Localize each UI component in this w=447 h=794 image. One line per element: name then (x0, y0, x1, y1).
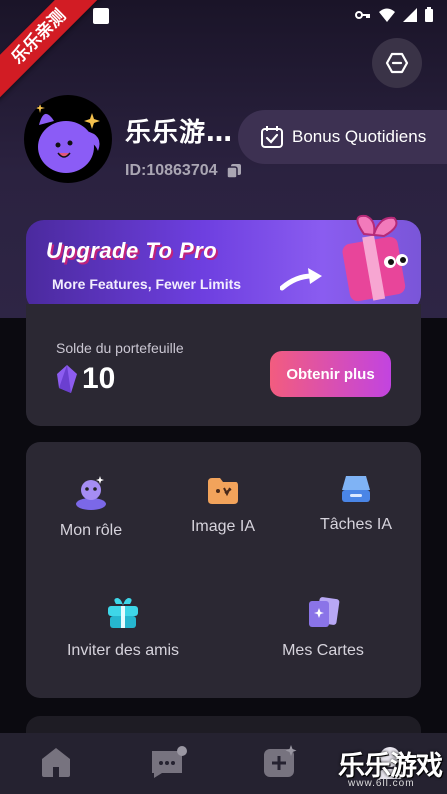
gem-icon (57, 365, 77, 393)
menu-item-tasks-ai[interactable]: Tâches IA (286, 474, 426, 534)
chat-icon (152, 746, 187, 778)
menu-item-label: Inviter des amis (66, 642, 180, 659)
create-icon (264, 745, 297, 777)
wallet-card: Solde du portefeuille 10 Obtenir plus (26, 304, 421, 426)
watermark-url: www.6ll.com (348, 778, 415, 789)
notification-icon (93, 8, 109, 24)
menu-item-role[interactable]: Mon rôle (21, 474, 161, 540)
feature-menu: Mon rôle Image IA Tâches IA Inviter des … (26, 442, 421, 698)
menu-item-label: Mon rôle (59, 522, 123, 539)
gift-icon (108, 598, 138, 628)
watermark-logo: 乐乐游戏 www.6ll.com (338, 744, 447, 794)
user-id: ID:10863704 (125, 162, 218, 179)
avatar-character-icon (35, 103, 100, 173)
signal-icon (403, 7, 417, 22)
calendar-check-icon (261, 126, 283, 148)
menu-item-label: Mes Cartes (282, 642, 364, 659)
key-icon (355, 10, 370, 19)
nav-chat[interactable] (148, 745, 190, 784)
menu-item-label: Tâches IA (319, 516, 393, 533)
copy-icon[interactable] (225, 163, 242, 179)
arrow-right-icon (280, 268, 322, 291)
menu-item-cards[interactable]: Mes Cartes (253, 596, 393, 660)
menu-item-label: Image IA (190, 518, 256, 535)
username: 乐乐游… (125, 118, 234, 148)
tasks-icon (342, 476, 370, 502)
home-icon (42, 748, 70, 777)
image-ai-icon (208, 478, 238, 504)
wallet-label: Solde du portefeuille (56, 340, 184, 356)
settings-hexagon-icon (385, 52, 409, 74)
upgrade-banner[interactable]: Upgrade To Pro More Features, Fewer Limi… (26, 214, 421, 312)
settings-button[interactable] (372, 38, 422, 88)
user-id-row: ID:10863704 (125, 162, 242, 180)
daily-bonus-label: Bonus Quotidiens (292, 127, 427, 146)
cards-icon (309, 597, 340, 627)
upgrade-title: Upgrade To Pro (46, 238, 218, 263)
status-icons (355, 7, 433, 22)
wallet-balance-row: 10 (56, 362, 115, 396)
character-icon (76, 476, 106, 510)
menu-item-invite[interactable]: Inviter des amis (53, 596, 193, 660)
wallet-balance: 10 (82, 362, 116, 395)
nav-create[interactable] (262, 745, 298, 784)
battery-icon (425, 7, 433, 22)
upgrade-subtitle: More Features, Fewer Limits (52, 276, 242, 292)
gift-box-icon (342, 214, 408, 302)
nav-home[interactable] (38, 745, 74, 784)
menu-item-image-ai[interactable]: Image IA (153, 474, 293, 536)
avatar[interactable] (24, 95, 112, 183)
obtain-more-button[interactable]: Obtenir plus (270, 351, 391, 397)
wifi-icon (379, 8, 395, 22)
daily-bonus-button[interactable]: Bonus Quotidiens (238, 110, 447, 164)
